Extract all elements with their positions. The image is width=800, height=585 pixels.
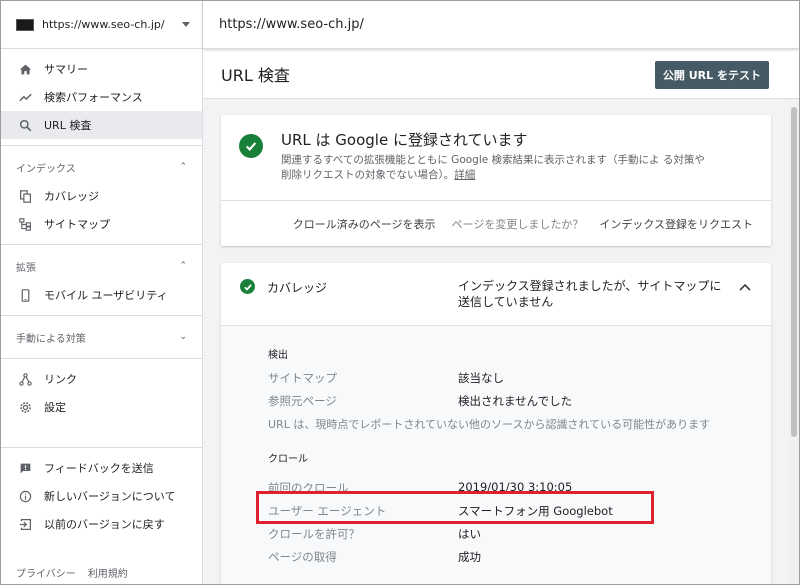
page-fetch-value: 成功 [458,550,481,564]
crawl-group-title: クロール [268,454,308,465]
coverage-status: インデックス登録されましたが、サイトマップに送信していません [458,279,722,309]
sidebar-item-label: サイトマップ [44,218,110,231]
check-circle-icon [240,279,255,294]
index-status-description: 関連するすべての拡張機能とともに Google 検索結果に表示されます（手動によ… [281,153,711,183]
sitemap-icon [18,217,32,231]
sitemaps-value: 該当なし [458,371,504,385]
sidebar-divider [1,145,202,146]
terms-link[interactable]: 利用規約 [88,565,128,580]
crawl-allowed-label: クロールを許可？ [268,527,360,541]
property-url: https://www.seo-ch.jp/ [42,18,165,31]
scrollbar[interactable] [789,99,799,584]
sidebar-divider [1,358,202,359]
sidebar-item-about-new[interactable]: 新しいバージョンについて [1,482,202,510]
chevron-up-icon: ⌃ [179,261,187,271]
sidebar-item-label: URL 検査 [44,119,92,132]
sidebar-item-label: 検索パフォーマンス [44,91,143,104]
sidebar-item-settings[interactable]: 設定 [1,393,202,421]
property-selector[interactable]: https://www.seo-ch.jp/ [1,1,202,49]
sidebar-item-performance[interactable]: 検索パフォーマンス [1,83,202,111]
feedback-icon [18,461,32,475]
section-header-manual-actions[interactable]: 手動による対策 ⌄ [1,322,202,352]
sidebar-divider [1,244,202,245]
coverage-header[interactable]: カバレッジ インデックス登録されましたが、サイトマップに送信していません [221,263,771,326]
copy-icon [18,189,32,203]
sidebar-item-label: 新しいバージョンについて [44,490,176,503]
sidebar-item-label: サマリー [44,63,88,76]
referring-page-value: 検出されませんでした [458,394,573,408]
index-status-title: URL は Google に登録されています [281,131,528,149]
sidebar-item-label: フィードバックを送信 [44,462,154,475]
sidebar-item-old-version[interactable]: 以前のバージョンに戻す [1,510,202,538]
sidebar-item-summary[interactable]: サマリー [1,55,202,83]
sidebar-item-label: 以前のバージョンに戻す [44,518,165,531]
scrollbar-thumb[interactable] [791,107,797,437]
info-icon [18,489,32,503]
gear-icon [18,400,32,414]
privacy-link[interactable]: プライバシー [16,565,76,580]
sidebar-item-feedback[interactable]: フィードバックを送信 [1,454,202,482]
section-header-index[interactable]: インデックス ⌃ [1,152,202,182]
top-bar: https://www.seo-ch.jp/ [203,1,799,49]
sidebar-item-mobile-usability[interactable]: モバイル ユーザビリティ [1,281,202,309]
section-title: 手動による対策 [16,333,86,345]
status-description-text: 関連するすべての拡張機能とともに Google 検索結果に表示されます（手動によ… [281,154,705,181]
chevron-up-icon: ⌃ [179,162,187,172]
site-favicon-icon [16,18,34,31]
coverage-details: 検出 サイトマップ 該当なし 参照元ページ 検出されませんでした URL は、現… [221,326,771,584]
section-title: インデックス [16,163,76,175]
check-circle-icon [239,134,263,158]
discovery-note: URL は、現時点でレポートされていない他のソースから認識されている可能性があり… [268,418,711,431]
coverage-label: カバレッジ [267,281,328,295]
sidebar-item-label: 設定 [44,401,66,414]
view-crawled-page-button[interactable]: クロール済みのページを表示 [293,216,436,232]
sidebar-footer: プライバシー 利用規約 [16,565,128,580]
trending-up-icon [18,90,32,104]
sitemaps-label: サイトマップ [268,371,337,385]
test-live-url-button[interactable]: 公開 URL をテスト [654,61,769,89]
details-link[interactable]: 詳細 [454,169,475,181]
links-icon [18,372,32,386]
annotation-highlight-box [256,491,654,524]
coverage-card: カバレッジ インデックス登録されましたが、サイトマップに送信していません 検出 … [221,263,771,584]
sidebar-item-label: リンク [44,373,77,386]
sidebar-item-sitemaps[interactable]: サイトマップ [1,210,202,238]
page-header: URL 検査 公開 URL をテスト [203,49,799,99]
page-changed-question: ページを変更しましたか？ [451,217,584,231]
page-title: URL 検査 [221,65,290,85]
request-indexing-button[interactable]: インデックス登録をリクエスト [599,216,753,232]
phone-icon [18,288,32,302]
sidebar: https://www.seo-ch.jp/ サマリー 検索パフォーマンス UR… [1,1,203,584]
exit-icon [18,517,32,531]
sidebar-item-label: カバレッジ [44,190,99,203]
section-title: 拡張 [16,262,36,274]
crawl-allowed-value: はい [458,527,481,541]
dropdown-caret-icon [182,22,190,27]
sidebar-item-links[interactable]: リンク [1,365,202,393]
app-frame: https://www.seo-ch.jp/ サマリー 検索パフォーマンス UR… [0,0,800,585]
section-header-enhancements[interactable]: 拡張 ⌃ [1,251,202,281]
home-icon [18,62,32,76]
sidebar-item-url-inspection[interactable]: URL 検査 [1,111,202,139]
status-card-actions: クロール済みのページを表示 ページを変更しましたか？ インデックス登録をリクエス… [221,200,771,246]
sidebar-divider [1,447,202,448]
search-icon [18,118,32,132]
inspected-url[interactable]: https://www.seo-ch.jp/ [219,17,364,32]
page-fetch-label: ページの取得 [268,550,337,564]
chevron-up-icon[interactable] [739,283,751,291]
sidebar-item-label: モバイル ユーザビリティ [44,289,168,302]
chevron-down-icon: ⌄ [179,332,187,342]
sidebar-item-coverage[interactable]: カバレッジ [1,182,202,210]
discovery-group-title: 検出 [268,350,288,361]
index-status-card: URL は Google に登録されています 関連するすべての拡張機能とともに … [221,115,771,246]
referring-page-label: 参照元ページ [268,394,337,408]
sidebar-divider [1,315,202,316]
